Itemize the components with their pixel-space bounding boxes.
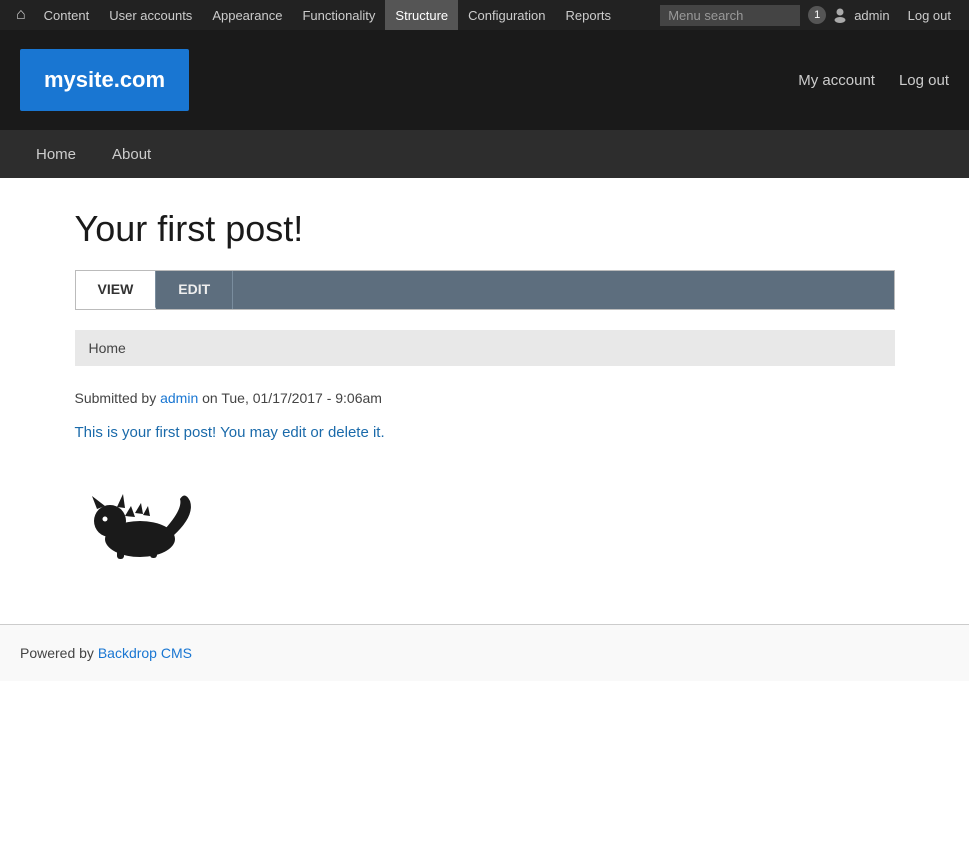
user-icon [832, 7, 848, 23]
site-header: mysite.com My account Log out [0, 30, 969, 130]
header-links: My account Log out [798, 72, 949, 89]
admin-nav-structure[interactable]: Structure [385, 0, 458, 30]
user-area: 1 admin [800, 6, 897, 24]
user-count-badge: 1 [808, 6, 826, 24]
tabs-container: VIEW EDIT [75, 270, 895, 310]
nav-item-about[interactable]: About [96, 130, 167, 178]
tab-view[interactable]: VIEW [76, 271, 157, 309]
header-logout-link[interactable]: Log out [899, 72, 949, 89]
admin-nav-user-accounts[interactable]: User accounts [99, 0, 202, 30]
admin-nav-content[interactable]: Content [34, 0, 100, 30]
submitted-user-link[interactable]: admin [160, 390, 198, 406]
mascot-area [75, 481, 895, 564]
submitted-line: Submitted by admin on Tue, 01/17/2017 - … [75, 390, 895, 406]
page-title: Your first post! [75, 208, 895, 250]
submitted-prefix: Submitted by [75, 390, 161, 406]
admin-logout-button[interactable]: Log out [898, 8, 961, 23]
main-nav: Home About [0, 130, 969, 178]
admin-nav-appearance[interactable]: Appearance [202, 0, 292, 30]
breadcrumb: Home [75, 330, 895, 366]
mascot-image [75, 481, 205, 561]
search-area [660, 5, 800, 26]
post-body: This is your first post! You may edit or… [75, 424, 895, 441]
site-footer: Powered by Backdrop CMS [0, 624, 969, 681]
admin-toolbar: ⌂ Content User accounts Appearance Funct… [0, 0, 969, 30]
search-input[interactable] [660, 5, 800, 26]
admin-nav-configuration[interactable]: Configuration [458, 0, 555, 30]
admin-username[interactable]: admin [854, 8, 889, 23]
home-icon[interactable]: ⌂ [8, 0, 34, 30]
admin-nav-reports[interactable]: Reports [556, 0, 622, 30]
my-account-link[interactable]: My account [798, 72, 875, 89]
admin-nav-functionality[interactable]: Functionality [292, 0, 385, 30]
site-logo[interactable]: mysite.com [20, 49, 189, 111]
nav-item-home[interactable]: Home [20, 130, 92, 178]
page-content: Your first post! VIEW EDIT Home Submitte… [55, 178, 915, 624]
footer-prefix: Powered by [20, 645, 98, 661]
footer-cms-link[interactable]: Backdrop CMS [98, 645, 192, 661]
submitted-suffix: on Tue, 01/17/2017 - 9:06am [198, 390, 382, 406]
tab-edit[interactable]: EDIT [156, 271, 233, 309]
